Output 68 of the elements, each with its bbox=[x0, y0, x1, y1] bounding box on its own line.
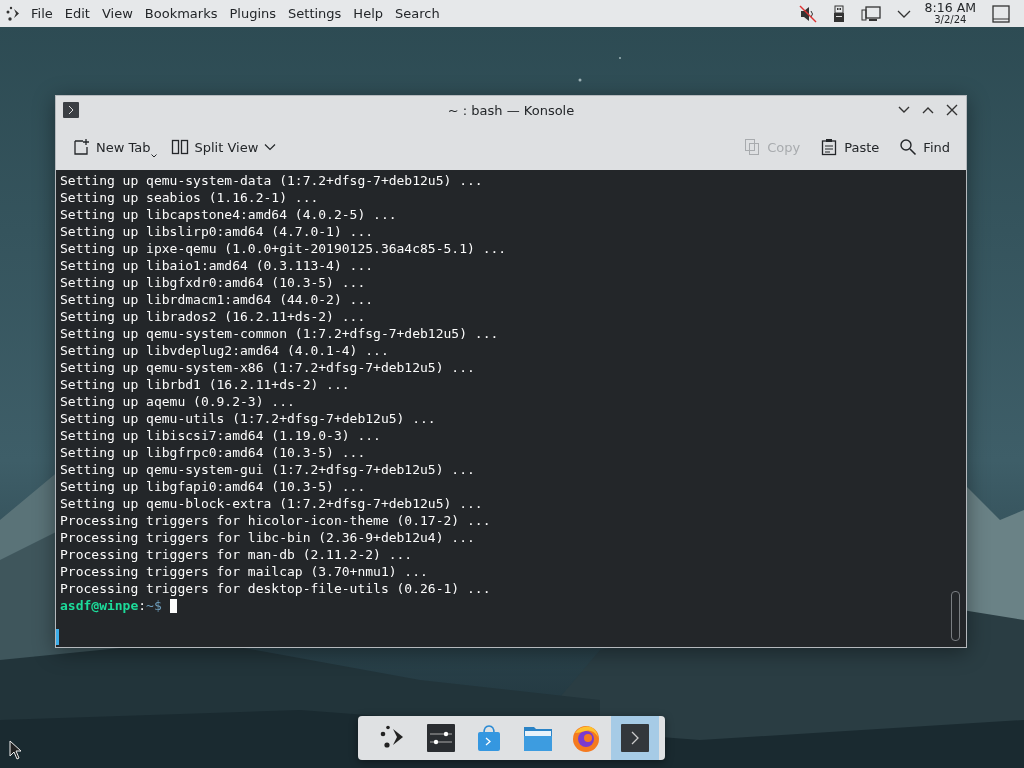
terminal-line: Setting up librbd1 (16.2.11+ds-2) ... bbox=[60, 376, 351, 393]
find-button[interactable]: Find bbox=[891, 134, 958, 160]
browser-icon bbox=[571, 723, 602, 753]
network-icon[interactable] bbox=[860, 4, 881, 23]
folder-icon bbox=[522, 724, 553, 752]
mouse-pointer-icon bbox=[9, 740, 22, 760]
terminal-line: Setting up qemu-system-common (1:7.2+dfsg-7+deb12u5) ... bbox=[60, 325, 500, 342]
new-tab-icon bbox=[72, 138, 90, 156]
terminal-line: Setting up ipxe-qemu (1.0.0+git-20190125.36a4c85-5.1) ... bbox=[60, 240, 508, 257]
terminal-line: Setting up libgfxdr0:amd64 (10.3-5) ... bbox=[60, 274, 367, 291]
close-icon[interactable] bbox=[945, 103, 959, 117]
terminal-line: Processing triggers for mailcap (3.70+nmu1) ... bbox=[60, 563, 429, 580]
paste-button[interactable]: Paste bbox=[812, 134, 888, 160]
scrollbar[interactable] bbox=[951, 591, 960, 641]
sliders-icon bbox=[426, 724, 455, 752]
terminal-icon bbox=[620, 724, 649, 752]
terminal-line: Setting up libcapstone4:amd64 (4.0.2-5) ... bbox=[60, 206, 398, 223]
split-view-button[interactable]: Split View bbox=[162, 134, 285, 160]
terminal-line: Processing triggers for desktop-file-utils (0.26-1) ... bbox=[60, 580, 492, 597]
menu-item[interactable]: Search bbox=[395, 6, 440, 21]
text-cursor bbox=[169, 598, 177, 613]
show-desktop-icon[interactable] bbox=[992, 4, 1010, 23]
terminal-line: Setting up libvdeplug2:amd64 (4.0.1-4) ... bbox=[60, 342, 390, 359]
terminal-line: Setting up qemu-system-gui (1:7.2+dfsg-7+deb12u5) ... bbox=[60, 461, 476, 478]
focus-marker bbox=[56, 629, 59, 645]
terminal-line: Setting up aqemu (0.9.2-3) ... bbox=[60, 393, 296, 410]
prompt-user: asdf@winpe bbox=[60, 597, 139, 614]
chevron-icon bbox=[264, 143, 277, 151]
terminal-line: Setting up qemu-utils (1:7.2+dfsg-7+deb12u5) ... bbox=[60, 410, 437, 427]
terminal-line: Setting up libgfrpc0:amd64 (10.3-5) ... bbox=[60, 444, 367, 461]
terminal-line: Setting up libslirp0:amd64 (4.7.0-1) ... bbox=[60, 223, 375, 240]
terminal-line: Setting up libiscsi7:amd64 (1.19.0-3) ... bbox=[60, 427, 382, 444]
new-tab-button[interactable]: New Tab bbox=[64, 134, 159, 160]
prompt-path: ~$ bbox=[146, 597, 162, 614]
terminal-line: Setting up qemu-system-data (1:7.2+dfsg-7+deb12u5) ... bbox=[60, 172, 484, 189]
terminal-line: Setting up librados2 (16.2.11+ds-2) ... bbox=[60, 308, 367, 325]
prompt-separator: : bbox=[138, 597, 147, 614]
caret-icon bbox=[150, 154, 157, 158]
copy-icon bbox=[743, 138, 762, 156]
terminal-icon bbox=[63, 102, 79, 118]
terminal-line: Setting up libgfapi0:amd64 (10.3-5) ... bbox=[60, 478, 367, 495]
search-icon bbox=[899, 138, 918, 156]
split-view-icon bbox=[170, 138, 189, 156]
menu-item[interactable]: Bookmarks bbox=[144, 6, 218, 21]
clock[interactable]: 8:16 AM 3/2/24 bbox=[924, 2, 976, 25]
clipboard-icon bbox=[820, 138, 839, 156]
terminal-line: Setting up libaio1:amd64 (0.3.113-4) ... bbox=[60, 257, 375, 274]
terminal-line: Processing triggers for man-db (2.11.2-2) ... bbox=[60, 546, 414, 563]
terminal-line: Setting up librdmacm1:amd64 (44.0-2) ... bbox=[60, 291, 375, 308]
menu-item[interactable]: File bbox=[31, 6, 53, 21]
clock-date: 3/2/24 bbox=[934, 14, 967, 25]
menu-item[interactable]: View bbox=[101, 6, 133, 21]
chevron-icon[interactable] bbox=[896, 8, 911, 19]
terminal-line: Processing triggers for libc-bin (2.36-9+deb12u4) ... bbox=[60, 529, 476, 546]
terminal-line: Setting up qemu-system-x86 (1:7.2+dfsg-7+deb12u5) ... bbox=[60, 359, 476, 376]
launcher-icon[interactable] bbox=[5, 5, 21, 22]
menu-item[interactable]: Edit bbox=[64, 6, 90, 21]
terminal-line: Setting up qemu-block-extra (1:7.2+dfsg-7+deb12u5) ... bbox=[60, 495, 484, 512]
taskbar-item[interactable] bbox=[610, 716, 659, 760]
terminal-line: Processing triggers for hicolor-icon-theme (0.17-2) ... bbox=[60, 512, 492, 529]
menu-item[interactable]: Plugins bbox=[229, 6, 277, 21]
window-title: ~ : bash — Konsole bbox=[447, 102, 575, 118]
usb-drive-icon[interactable] bbox=[832, 4, 845, 23]
menu-item[interactable]: Help bbox=[353, 6, 383, 21]
terminal-line: Setting up seabios (1.16.2-1) ... bbox=[60, 189, 320, 206]
muted-speaker-icon[interactable] bbox=[798, 4, 817, 23]
menu-item[interactable]: Settings bbox=[288, 6, 342, 21]
clock-time: 8:16 AM bbox=[924, 2, 976, 15]
